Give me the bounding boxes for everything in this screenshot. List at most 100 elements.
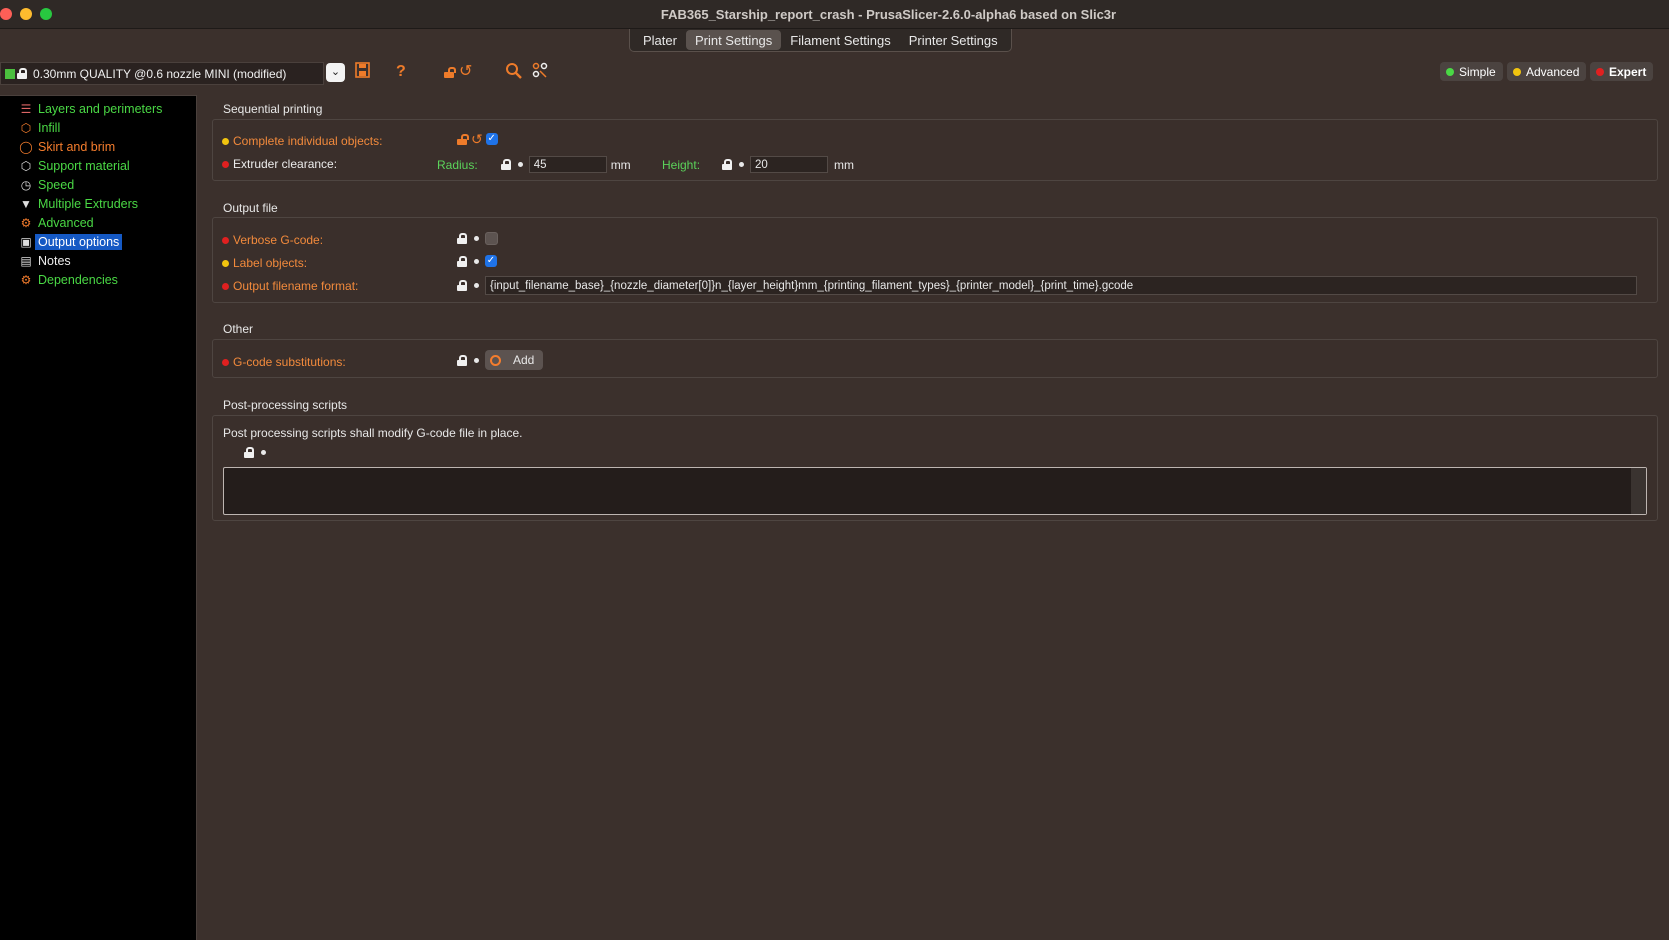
settings-sidebar: ☰ Layers and perimeters ⬡ Infill ◯ Skirt… bbox=[0, 95, 197, 940]
yellow-dot-icon bbox=[222, 259, 229, 267]
lock-icon[interactable] bbox=[500, 159, 511, 170]
simple-dot-icon bbox=[1446, 67, 1454, 76]
sidebar-item-layers[interactable]: ☰ Layers and perimeters bbox=[19, 99, 163, 118]
sidebar-item-notes[interactable]: ▤ Notes bbox=[19, 251, 70, 270]
speed-icon: ◷ bbox=[20, 177, 32, 192]
output-filename-label: Output filename format: bbox=[233, 279, 359, 293]
sidebar-item-support[interactable]: ⬡ Support material bbox=[19, 156, 130, 175]
lock-icon[interactable] bbox=[457, 255, 467, 267]
label-objects-label: Label objects: bbox=[233, 256, 308, 270]
flag-icon bbox=[5, 68, 15, 79]
row-verbose-gcode: Verbose G-code: bbox=[222, 233, 323, 247]
dot-icon bbox=[739, 162, 745, 167]
add-circle-icon bbox=[490, 354, 501, 366]
output-filename-input[interactable]: {input_filename_base}_{nozzle_diameter[0… bbox=[485, 276, 1637, 295]
mode-expert-label: Expert bbox=[1609, 64, 1647, 79]
red-dot-icon bbox=[222, 236, 229, 244]
label-objects-checkbox[interactable]: ✓ bbox=[485, 255, 497, 267]
tab-plater[interactable]: Plater bbox=[634, 30, 686, 50]
sidebar-item-output-options[interactable]: ▣ Output options bbox=[19, 232, 123, 251]
radius-field-group: Radius: 45 mm bbox=[437, 156, 631, 173]
height-input[interactable]: 20 bbox=[750, 156, 829, 173]
row-label-objects: Label objects: bbox=[222, 256, 307, 270]
save-icon[interactable] bbox=[355, 62, 370, 82]
complete-objects-checkbox[interactable]: ✓ bbox=[485, 133, 498, 145]
lock-icon[interactable] bbox=[457, 233, 467, 244]
compare-icon[interactable] bbox=[532, 62, 548, 82]
lock-icon[interactable] bbox=[457, 280, 467, 291]
preset-name: 0.30mm QUALITY @0.6 nozzle MINI (modifie… bbox=[33, 66, 287, 81]
verbose-gcode-checkbox[interactable] bbox=[485, 232, 498, 245]
unlock-icon[interactable] bbox=[457, 133, 469, 145]
sidebar-item-speed[interactable]: ◷ Speed bbox=[19, 175, 74, 194]
wrench-icon: ⚙ bbox=[20, 272, 32, 287]
main-tabs: Plater Print Settings Filament Settings … bbox=[629, 29, 1012, 52]
sidebar-item-advanced[interactable]: ⚙ Advanced bbox=[19, 213, 94, 232]
red-dot-icon bbox=[222, 160, 229, 168]
unlock-icon[interactable] bbox=[444, 64, 456, 84]
height-label: Height: bbox=[662, 157, 701, 172]
label-objects-controls: ✓ bbox=[457, 255, 497, 267]
post-processing-scripts-input[interactable] bbox=[223, 467, 1647, 515]
skirt-icon: ◯ bbox=[19, 139, 33, 154]
lock-icon bbox=[17, 68, 27, 79]
group-sequential bbox=[212, 119, 1658, 181]
lock-icon[interactable] bbox=[457, 354, 467, 366]
verbose-gcode-label: Verbose G-code: bbox=[233, 233, 324, 247]
complete-objects-controls: ↺ ✓ bbox=[457, 132, 498, 146]
lock-icon[interactable] bbox=[244, 447, 254, 458]
add-button-label: Add bbox=[513, 353, 535, 367]
tab-print-settings[interactable]: Print Settings bbox=[685, 30, 782, 50]
row-complete-objects: Complete individual objects: bbox=[222, 134, 382, 148]
post-processing-description: Post processing scripts shall modify G-c… bbox=[223, 426, 523, 440]
gcode-substitutions-controls: Add bbox=[457, 350, 544, 370]
section-title-other: Other bbox=[223, 322, 254, 336]
search-icon[interactable] bbox=[505, 62, 523, 82]
sidebar-item-skirt[interactable]: ◯ Skirt and brim bbox=[19, 137, 115, 156]
height-unit: mm bbox=[834, 157, 855, 172]
radius-input[interactable]: 45 bbox=[528, 156, 607, 173]
output-filename-controls: {input_filename_base}_{nozzle_diameter[0… bbox=[457, 276, 1637, 295]
row-output-filename: Output filename format: bbox=[222, 279, 358, 293]
mode-simple-button[interactable]: Simple bbox=[1440, 62, 1503, 81]
sidebar-item-dependencies[interactable]: ⚙ Dependencies bbox=[19, 270, 118, 289]
wrench-icon: ⚙ bbox=[20, 215, 32, 230]
scrollbar[interactable] bbox=[1631, 468, 1646, 514]
yellow-dot-icon bbox=[222, 137, 229, 145]
complete-objects-label: Complete individual objects: bbox=[233, 134, 383, 148]
undo-icon[interactable]: ↺ bbox=[471, 132, 483, 146]
expert-dot-icon bbox=[1596, 67, 1604, 76]
mode-advanced-button[interactable]: Advanced bbox=[1507, 62, 1587, 81]
lock-icon[interactable] bbox=[722, 159, 733, 170]
mode-expert-button[interactable]: Expert bbox=[1590, 62, 1654, 81]
add-substitution-button[interactable]: Add bbox=[485, 350, 544, 370]
title-bar: FAB365_Starship_report_crash - PrusaSlic… bbox=[0, 0, 1669, 29]
row-gcode-substitutions: G-code substitutions: bbox=[222, 355, 346, 369]
undo-icon[interactable]: ↺ bbox=[459, 62, 472, 82]
radius-unit: mm bbox=[610, 157, 631, 172]
post-processing-controls bbox=[244, 447, 266, 458]
chevron-down-icon[interactable]: ⌄ bbox=[326, 63, 345, 82]
advanced-dot-icon bbox=[1513, 67, 1521, 76]
dot-icon bbox=[474, 283, 479, 288]
radius-label: Radius: bbox=[437, 157, 478, 172]
gcode-substitutions-label: G-code substitutions: bbox=[233, 355, 346, 369]
mode-simple-label: Simple bbox=[1459, 64, 1496, 79]
mode-advanced-label: Advanced bbox=[1526, 64, 1580, 79]
dot-icon bbox=[261, 450, 266, 455]
funnel-icon: ▼ bbox=[20, 196, 32, 211]
dot-icon bbox=[474, 236, 479, 241]
height-field-group: Height: 20 mm bbox=[662, 156, 854, 173]
sidebar-item-infill[interactable]: ⬡ Infill bbox=[19, 118, 60, 137]
preset-selector[interactable]: 0.30mm QUALITY @0.6 nozzle MINI (modifie… bbox=[0, 62, 324, 85]
notes-icon: ▤ bbox=[20, 253, 32, 268]
section-title-post-processing: Post-processing scripts bbox=[223, 398, 348, 412]
dot-icon bbox=[474, 357, 479, 363]
tab-printer-settings[interactable]: Printer Settings bbox=[900, 30, 1007, 50]
sidebar-item-multiple-extruders[interactable]: ▼ Multiple Extruders bbox=[19, 194, 138, 213]
help-icon[interactable]: ? bbox=[396, 62, 406, 82]
tab-filament-settings[interactable]: Filament Settings bbox=[781, 30, 899, 50]
red-dot-icon bbox=[222, 282, 229, 290]
dot-icon bbox=[474, 258, 479, 264]
dot-icon bbox=[517, 162, 523, 167]
